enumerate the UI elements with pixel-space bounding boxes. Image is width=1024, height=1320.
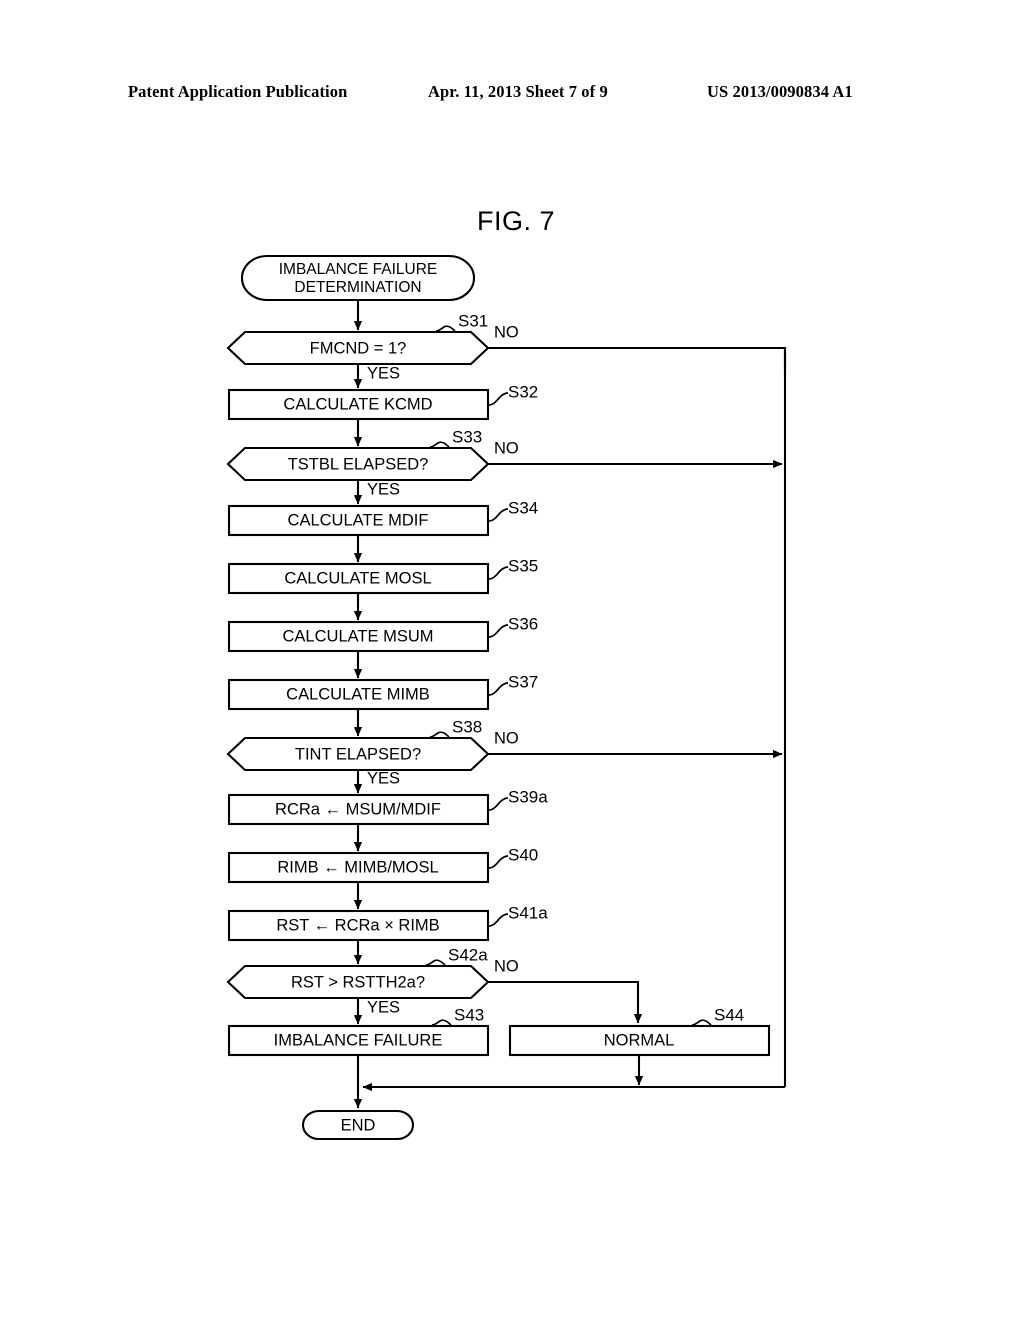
s35-label: CALCULATE MOSL (284, 569, 431, 587)
s38-step-leader (429, 731, 450, 738)
s44-label: NORMAL (604, 1031, 675, 1049)
s37-label: CALCULATE MIMB (286, 685, 430, 703)
node-s38: TINT ELAPSED? (226, 736, 490, 772)
node-s34: CALCULATE MDIF (227, 504, 490, 537)
s39a-step-leader (488, 797, 509, 811)
s34-step-leader (488, 508, 509, 522)
s33-step-leader (429, 441, 450, 448)
s39a-label: RCRa ← MSUM/MDIF (275, 800, 441, 818)
start-label-line2: DETERMINATION (294, 279, 421, 296)
s34-step-label: S34 (508, 498, 538, 517)
s39a-step-label: S39a (508, 787, 548, 806)
node-s40: RIMB ← MIMB/MOSL (227, 851, 490, 884)
s43-label: IMBALANCE FAILURE (274, 1031, 443, 1049)
s32-step-leader (488, 392, 509, 406)
s38-label: TINT ELAPSED? (295, 745, 421, 763)
node-s41a: RST ← RCRa × RIMB (227, 909, 490, 942)
s42a-yes-label: YES (367, 998, 400, 1016)
s40-step-leader (488, 855, 509, 869)
s37-step-label: S37 (508, 672, 538, 691)
s43-step-label: S43 (454, 1005, 484, 1024)
s36-label: CALCULATE MSUM (283, 627, 434, 645)
s40-label: RIMB ← MIMB/MOSL (277, 858, 438, 876)
s41a-step-label: S41a (508, 903, 548, 922)
s33-step-label: S33 (452, 427, 482, 446)
edge-s42a-no-to-s44 (488, 980, 643, 1024)
s36-step-leader (488, 624, 509, 638)
node-s44: NORMAL (508, 1024, 771, 1057)
node-s43: IMBALANCE FAILURE (227, 1024, 490, 1057)
node-s32: CALCULATE KCMD (227, 388, 490, 421)
s40-step-label: S40 (508, 845, 538, 864)
node-s33: TSTBL ELAPSED? (226, 446, 490, 482)
node-s42a: RST > RSTTH2a? (226, 964, 490, 1000)
s42a-label: RST > RSTTH2a? (291, 973, 425, 991)
node-s36: CALCULATE MSUM (227, 620, 490, 653)
s42a-step-label: S42a (448, 945, 488, 964)
end-label: END (341, 1116, 376, 1134)
node-end: END (301, 1109, 415, 1141)
s31-label: FMCND = 1? (310, 339, 407, 357)
start-label-line1: IMBALANCE FAILURE (279, 261, 438, 278)
s42a-step-leader (425, 959, 446, 966)
s38-yes-label: YES (367, 769, 400, 787)
patent-figure-page: Patent Application Publication Apr. 11, … (0, 0, 1024, 1320)
s31-no-label: NO (494, 323, 519, 341)
s38-step-label: S38 (452, 717, 482, 736)
s33-yes-label: YES (367, 480, 400, 498)
s34-label: CALCULATE MDIF (288, 511, 429, 529)
s35-step-label: S35 (508, 556, 538, 575)
s41a-label: RST ← RCRa × RIMB (276, 916, 439, 934)
s32-label: CALCULATE KCMD (283, 395, 432, 413)
node-s37: CALCULATE MIMB (227, 678, 490, 711)
s31-step-leader (435, 325, 456, 332)
s38-no-label: NO (494, 729, 519, 747)
s31-step-label: S31 (458, 311, 488, 330)
node-s39a: RCRa ← MSUM/MDIF (227, 793, 490, 826)
s33-no-label: NO (494, 439, 519, 457)
s36-step-label: S36 (508, 614, 538, 633)
s37-step-leader (488, 682, 509, 696)
edge-s31-no-to-bus (488, 346, 787, 370)
s35-step-leader (488, 566, 509, 580)
s43-step-leader (431, 1019, 452, 1026)
s32-step-label: S32 (508, 382, 538, 401)
s41a-step-leader (488, 913, 509, 927)
flowchart-diagram: IMBALANCE FAILURE DETERMINATION FMCND = … (226, 254, 787, 1141)
node-start: IMBALANCE FAILURE DETERMINATION (240, 254, 476, 302)
node-s35: CALCULATE MOSL (227, 562, 490, 595)
node-s31: FMCND = 1? (226, 330, 490, 366)
s44-step-label: S44 (714, 1005, 744, 1024)
s31-yes-label: YES (367, 364, 400, 382)
s33-label: TSTBL ELAPSED? (288, 455, 429, 473)
s42a-no-label: NO (494, 957, 519, 975)
s44-step-leader (691, 1019, 712, 1026)
